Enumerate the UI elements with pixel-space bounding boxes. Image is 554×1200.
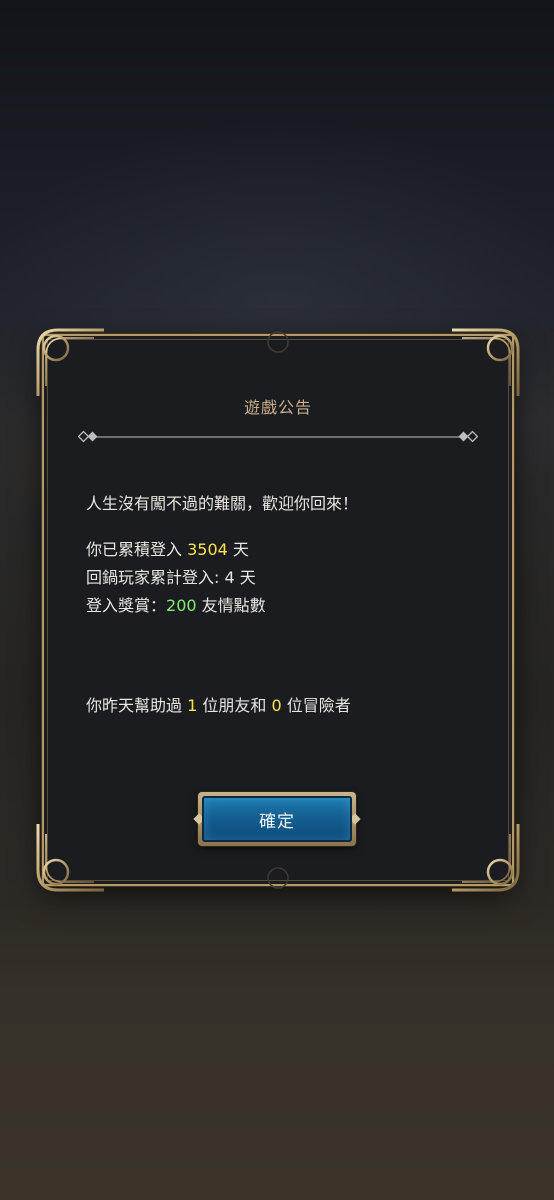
cumulative-login-label: 你已累積登入 <box>86 540 188 559</box>
cumulative-login-unit: 天 <box>227 540 249 559</box>
title-divider <box>78 430 478 443</box>
helped-middle: 位朋友和 <box>197 696 272 715</box>
login-reward-line: 登入獎賞：200 友情點數 <box>86 592 486 620</box>
helped-prefix: 你昨天幫助過 <box>86 696 188 715</box>
dialog-title: 遊戲公告 <box>243 398 312 417</box>
confirm-button[interactable]: 確定 <box>202 796 352 842</box>
helped-friends-count: 1 <box>187 696 198 715</box>
helped-line: 你昨天幫助過 1 位朋友和 0 位冒險者 <box>86 692 486 720</box>
login-reward-label: 登入獎賞： <box>86 596 167 615</box>
helped-adventurers-count: 0 <box>271 696 282 715</box>
announcement-dialog: 遊戲公告 人生沒有闖不過的難關，歡迎你回來！ 你已累積登入 3504 天 回鍋玩… <box>34 326 522 894</box>
login-reward-points: 200 <box>166 596 197 615</box>
cumulative-login-days: 3504 <box>187 540 228 559</box>
helped-suffix: 位冒險者 <box>281 696 351 715</box>
greeting-text: 人生沒有闖不過的難關，歡迎你回來！ <box>86 494 359 513</box>
confirm-button-frame: 確定 <box>193 792 361 846</box>
cumulative-login-line: 你已累積登入 3504 天 <box>86 536 486 564</box>
login-reward-unit: 友情點數 <box>196 596 266 615</box>
returning-login-line: 回鍋玩家累計登入: 4 天 <box>86 568 256 587</box>
announcement-content: 人生沒有闖不過的難關，歡迎你回來！ 你已累積登入 3504 天 回鍋玩家累計登入… <box>86 490 486 720</box>
